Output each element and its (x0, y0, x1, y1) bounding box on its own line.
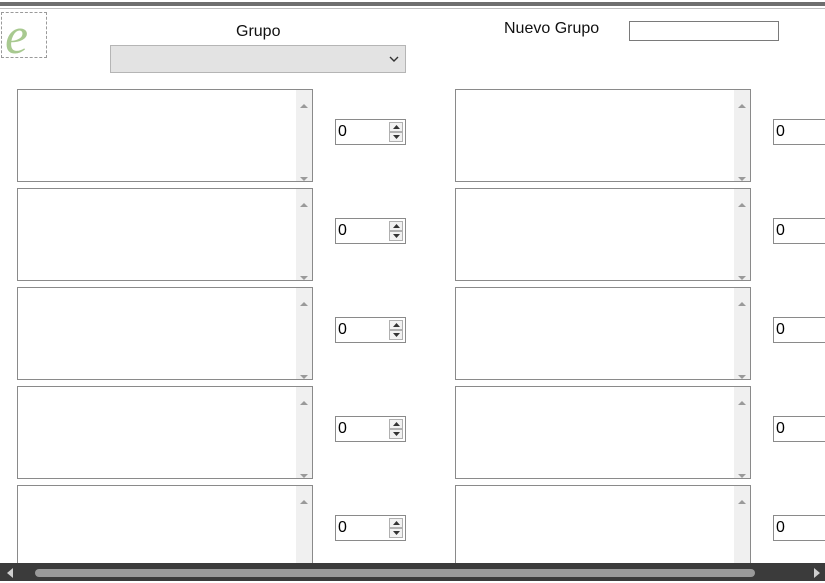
textarea-scrollbar[interactable] (734, 189, 750, 280)
window-top-divider (0, 8, 825, 9)
stepper-down-icon[interactable] (389, 132, 403, 142)
answer-textarea[interactable] (455, 386, 751, 479)
score-stepper[interactable]: 0 (773, 317, 825, 343)
score-stepper[interactable]: 0 (335, 416, 406, 442)
stepper-buttons (389, 221, 403, 241)
stepper-buttons (389, 419, 403, 439)
scroll-down-icon[interactable] (300, 169, 308, 181)
score-value: 0 (776, 519, 785, 536)
score-stepper[interactable]: 0 (773, 119, 825, 145)
textarea-scrollbar[interactable] (296, 90, 312, 181)
nuevo-grupo-label: Nuevo Grupo (504, 20, 600, 37)
nuevo-grupo-input[interactable] (629, 21, 779, 41)
score-value: 0 (338, 420, 347, 437)
grupo-select[interactable] (110, 45, 406, 73)
svg-text:e: e (5, 13, 28, 57)
stepper-buttons (389, 122, 403, 142)
scroll-down-icon[interactable] (738, 466, 746, 478)
stepper-up-icon[interactable] (389, 518, 403, 528)
textarea-scrollbar[interactable] (734, 288, 750, 379)
stepper-up-icon[interactable] (389, 122, 403, 132)
scroll-down-icon[interactable] (738, 367, 746, 379)
scroll-up-icon[interactable] (300, 294, 308, 306)
textarea-scrollbar[interactable] (734, 90, 750, 181)
answer-textarea[interactable] (17, 89, 313, 182)
stepper-down-icon[interactable] (389, 429, 403, 439)
scrollbar-thumb[interactable] (35, 569, 755, 577)
score-value: 0 (776, 222, 785, 239)
answer-textarea[interactable] (17, 386, 313, 479)
scroll-down-icon[interactable] (738, 169, 746, 181)
chevron-down-icon (389, 56, 399, 62)
scroll-up-icon[interactable] (300, 393, 308, 405)
scroll-up-icon[interactable] (300, 96, 308, 108)
stepper-up-icon[interactable] (389, 419, 403, 429)
textarea-scrollbar[interactable] (296, 189, 312, 280)
answer-textarea[interactable] (455, 89, 751, 182)
score-stepper[interactable]: 0 (773, 515, 825, 541)
answer-textarea[interactable] (17, 287, 313, 380)
score-stepper[interactable]: 0 (335, 218, 406, 244)
scroll-down-icon[interactable] (300, 268, 308, 280)
scroll-up-icon[interactable] (738, 492, 746, 504)
score-value: 0 (776, 321, 785, 338)
logo-e-icon: e (5, 13, 28, 57)
app-logo: e (1, 12, 47, 58)
scroll-right-icon[interactable] (813, 568, 821, 578)
score-value: 0 (338, 222, 347, 239)
stepper-buttons (389, 320, 403, 340)
score-value: 0 (776, 420, 785, 437)
textarea-scrollbar[interactable] (296, 288, 312, 379)
textarea-scrollbar[interactable] (734, 387, 750, 478)
stepper-up-icon[interactable] (389, 221, 403, 231)
stepper-buttons (389, 518, 403, 538)
scroll-down-icon[interactable] (738, 268, 746, 280)
score-value: 0 (338, 321, 347, 338)
stepper-down-icon[interactable] (389, 528, 403, 538)
scroll-down-icon[interactable] (300, 367, 308, 379)
score-stepper[interactable]: 0 (335, 317, 406, 343)
score-stepper[interactable]: 0 (773, 218, 825, 244)
score-value: 0 (338, 123, 347, 140)
grupo-label: Grupo (236, 23, 281, 40)
scroll-up-icon[interactable] (300, 195, 308, 207)
textarea-scrollbar[interactable] (296, 387, 312, 478)
score-value: 0 (776, 123, 785, 140)
stepper-down-icon[interactable] (389, 231, 403, 241)
scroll-up-icon[interactable] (738, 393, 746, 405)
score-stepper[interactable]: 0 (335, 515, 406, 541)
scroll-down-icon[interactable] (300, 466, 308, 478)
scroll-left-icon[interactable] (6, 568, 14, 578)
answer-textarea[interactable] (455, 287, 751, 380)
window-top-border (0, 2, 825, 6)
answer-textarea[interactable] (455, 188, 751, 281)
stepper-down-icon[interactable] (389, 330, 403, 340)
answer-textarea[interactable] (17, 188, 313, 281)
stepper-up-icon[interactable] (389, 320, 403, 330)
score-stepper[interactable]: 0 (335, 119, 406, 145)
scroll-up-icon[interactable] (738, 195, 746, 207)
score-value: 0 (338, 519, 347, 536)
horizontal-scrollbar[interactable] (0, 563, 825, 581)
scroll-up-icon[interactable] (738, 96, 746, 108)
scroll-up-icon[interactable] (300, 492, 308, 504)
scroll-up-icon[interactable] (738, 294, 746, 306)
score-stepper[interactable]: 0 (773, 416, 825, 442)
